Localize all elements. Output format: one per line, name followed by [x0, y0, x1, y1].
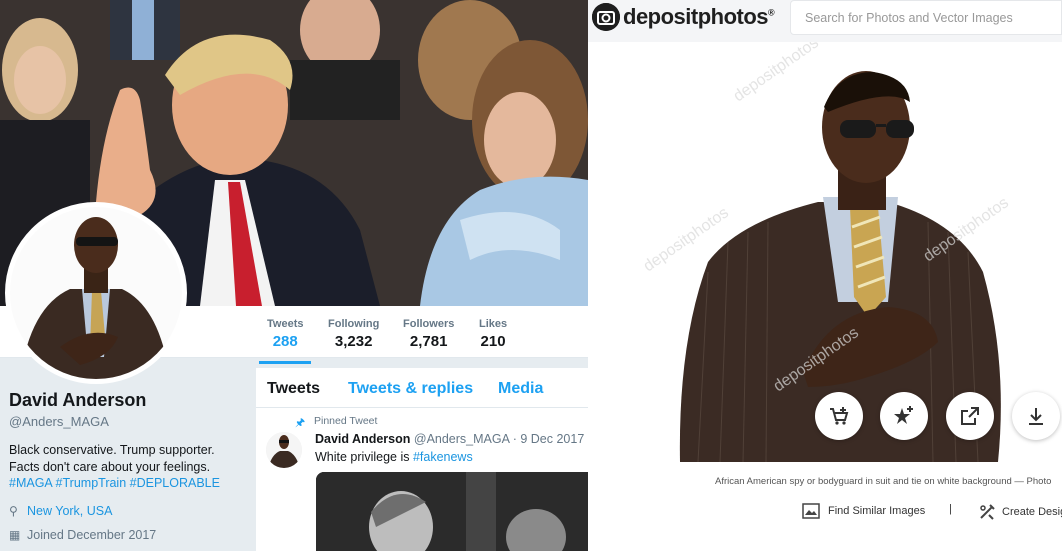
search-box — [790, 0, 1062, 35]
location-text[interactable]: New York, USA — [27, 504, 112, 518]
stat-label: Likes — [479, 318, 508, 330]
pin-icon: 🖈 — [295, 417, 306, 429]
tweet-hashtag[interactable]: #fakenews — [413, 450, 473, 464]
stat-value: 288 — [272, 333, 298, 350]
depositphotos-header: depositphotos® — [588, 0, 1062, 42]
photo-caption: African American spy or bodyguard in sui… — [715, 476, 1052, 487]
profile-location: ⚲ New York, USA — [9, 504, 112, 518]
download-icon — [1029, 408, 1043, 425]
search-input[interactable] — [791, 1, 1061, 34]
screenshot-composite: Tweets 288 Following 3,232 Followers 2,7… — [0, 0, 1062, 551]
tweet-author[interactable]: David Anderson — [315, 432, 410, 446]
tweet-handle-date[interactable]: @Anders_MAGA · 9 Dec 2017 — [414, 432, 584, 446]
find-similar-button[interactable]: Find Similar Images — [802, 503, 925, 519]
download-button[interactable] — [1012, 392, 1060, 440]
stat-label: Following — [328, 318, 380, 330]
profile-handle[interactable]: @Anders_MAGA — [9, 414, 109, 429]
add-to-favorites-icon — [894, 406, 913, 424]
camera-logo-icon — [592, 3, 620, 31]
bio-line: Black conservative. Trump supporter. — [9, 443, 215, 457]
pinned-tweet-label: Pinned Tweet — [314, 415, 378, 427]
stat-followers[interactable]: Followers 2,781 — [403, 318, 454, 350]
twitter-profile: Tweets 288 Following 3,232 Followers 2,7… — [0, 0, 588, 551]
timeline-tabs: Tweets Tweets & replies Media — [256, 368, 588, 408]
depositphotos-page: depositphotos® Search for Photos and Vec… — [588, 0, 1062, 551]
stat-label: Tweets — [267, 318, 304, 330]
tweet-media-image[interactable] — [316, 472, 588, 551]
logo-wordmark: depositphotos — [623, 4, 769, 29]
tweet-media-photo — [316, 472, 588, 551]
stat-value: 2,781 — [409, 333, 448, 350]
tweet-text: White privilege is #fakenews — [315, 450, 473, 464]
stat-tweets[interactable]: Tweets 288 — [258, 318, 313, 364]
profile-sidebar: David Anderson @Anders_MAGA Black conser… — [0, 358, 250, 551]
create-design-label: Create Design — [1002, 506, 1062, 518]
stat-value: 210 — [480, 333, 506, 350]
avatar-photo — [10, 207, 182, 379]
add-to-cart-icon — [830, 407, 849, 425]
bio-line: Facts don't care about your feelings. — [9, 460, 211, 474]
tab-media[interactable]: Media — [498, 380, 543, 398]
tab-tweets[interactable]: Tweets — [267, 380, 320, 398]
profile-bio: Black conservative. Trump supporter. Fac… — [9, 442, 244, 476]
find-similar-label: Find Similar Images — [828, 505, 926, 517]
stat-value: 3,232 — [334, 333, 373, 350]
image-icon — [802, 503, 820, 519]
tweet-text-body: White privilege is — [315, 450, 413, 464]
stat-likes[interactable]: Likes 210 — [479, 318, 507, 350]
add-to-favorites-button[interactable] — [880, 392, 928, 440]
joined-text: Joined December 2017 — [27, 528, 157, 542]
tweet-avatar-photo — [266, 432, 302, 468]
location-pin-icon: ⚲ — [9, 504, 18, 518]
profile-name[interactable]: David Anderson — [9, 390, 146, 411]
calendar-icon: ▦ — [9, 528, 21, 542]
stat-following[interactable]: Following 3,232 — [328, 318, 379, 350]
tweet-header: David Anderson @Anders_MAGA · 9 Dec 2017 — [315, 432, 584, 446]
stat-label: Followers — [403, 318, 455, 330]
tweet-timeline: Tweets Tweets & replies Media 🖈 Pinned T… — [256, 368, 588, 551]
logo-text: depositphotos® — [623, 4, 775, 29]
create-design-button[interactable]: Create Design — [978, 503, 1062, 521]
profile-joined: ▦ Joined December 2017 — [9, 528, 156, 542]
bio-hashtags[interactable]: #MAGA #TrumpTrain #DEPLORABLE — [9, 476, 220, 490]
separator: | — [949, 503, 952, 515]
design-tools-icon — [980, 504, 995, 520]
share-icon — [961, 407, 979, 425]
depositphotos-logo[interactable]: depositphotos® — [592, 2, 775, 32]
profile-avatar[interactable] — [5, 202, 187, 384]
tweet-avatar[interactable] — [266, 432, 302, 468]
tab-tweets-replies[interactable]: Tweets & replies — [348, 380, 473, 398]
add-to-cart-button[interactable] — [815, 392, 863, 440]
share-button[interactable] — [946, 392, 994, 440]
